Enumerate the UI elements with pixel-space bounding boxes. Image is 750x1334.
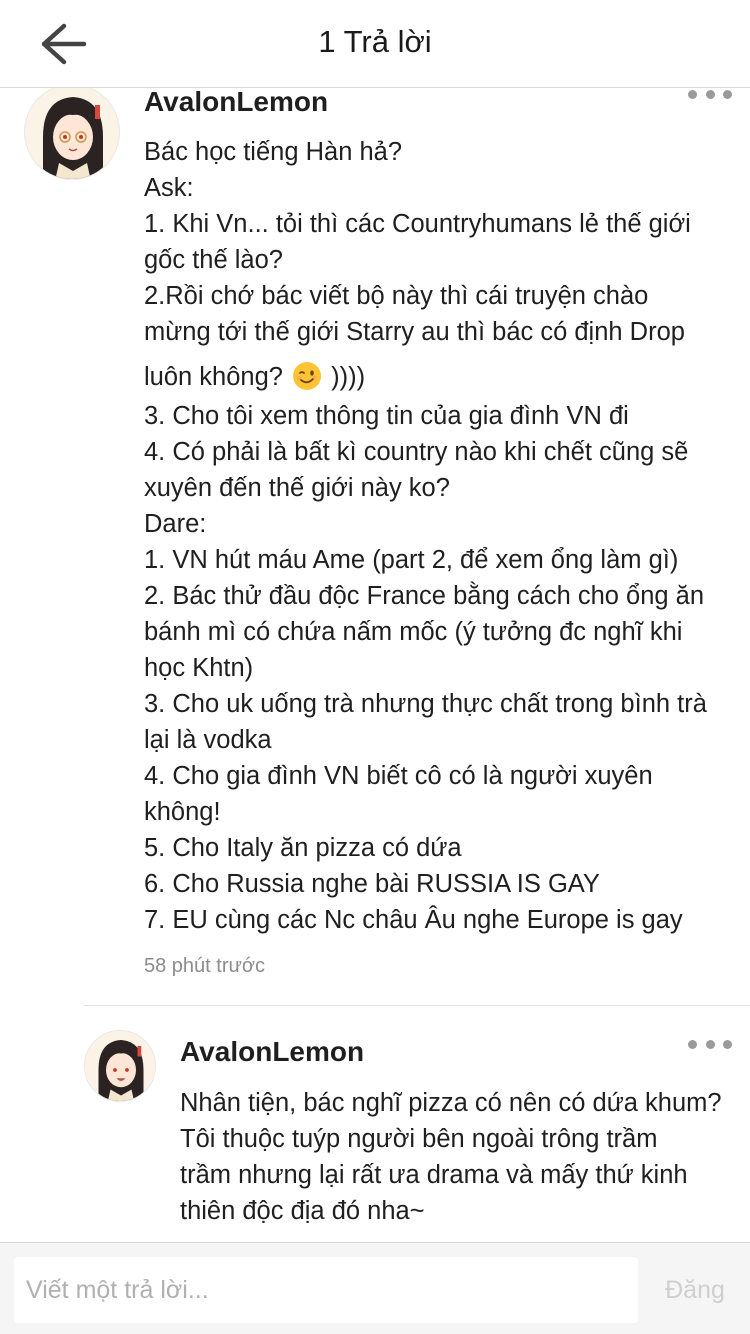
- reply-author[interactable]: AvalonLemon: [180, 1036, 364, 1068]
- back-button[interactable]: [30, 20, 94, 68]
- text-line: 1. Khi Vn... tỏi thì các Countryhumans l…: [144, 210, 691, 238]
- text-line: 6. Cho Russia nghe bài RUSSIA IS GAY: [144, 870, 600, 898]
- reply-input[interactable]: [14, 1257, 638, 1323]
- comment-author[interactable]: AvalonLemon: [144, 86, 328, 118]
- reply-bar: Đăng: [0, 1242, 750, 1334]
- anime-girl-avatar-icon: [25, 85, 119, 179]
- text-line: Dare:: [144, 510, 207, 538]
- comment-avatar[interactable]: [24, 84, 120, 180]
- reply-more-button[interactable]: [688, 1032, 732, 1056]
- text-line: Ask:: [144, 174, 194, 202]
- text-line: Tôi thuộc tuýp người bên ngoài trông trầ…: [180, 1125, 658, 1153]
- text-line: 3. Cho tôi xem thông tin của gia đình VN…: [144, 402, 629, 430]
- text-line: 3. Cho uk uống trà nhưng thực chất trong…: [144, 690, 707, 718]
- text-line: Bác học tiếng Hàn hả?: [144, 138, 403, 166]
- text-line: xuyên đến thế giới này ko?: [144, 474, 450, 502]
- text-line: 5. Cho Italy ăn pizza có dứa: [144, 834, 462, 862]
- post-button[interactable]: Đăng: [648, 1257, 742, 1323]
- reply-avatar[interactable]: [84, 1030, 156, 1102]
- text-line: thiên độc địa đó nha~: [180, 1197, 425, 1225]
- text-line: không!: [144, 798, 221, 826]
- comment-emoji-line: luôn không? )))): [144, 362, 366, 391]
- text-line: mừng tới thế giới Starry au thì bác có đ…: [144, 318, 685, 346]
- text-line: 7. EU cùng các Nc châu Âu nghe Europe is…: [144, 906, 683, 934]
- anime-girl-avatar-icon: [85, 1031, 155, 1101]
- reply-body: Nhân tiện, bác nghĩ pizza có nên có dứa …: [180, 1085, 722, 1229]
- comment-timestamp: 58 phút trước: [144, 955, 266, 977]
- text-line: 4. Có phải là bất kì country nào khi chế…: [144, 438, 689, 466]
- text-line: 2. Bác thử đầu độc France bằng cách cho …: [144, 582, 705, 610]
- text-line: học Khtn): [144, 654, 254, 682]
- more-dots-icon: [688, 89, 697, 99]
- arrow-left-icon: [41, 23, 87, 65]
- text-line: lại là vodka: [144, 726, 272, 754]
- reply-divider: [84, 1005, 750, 1006]
- page-title: 1 Trả lời: [318, 24, 432, 59]
- text-line: bánh mì có chứa nấm mốc (ý tưởng đc nghĩ…: [144, 618, 683, 646]
- text-line: trầm nhưng lại rất ưa drama và mấy thứ k…: [180, 1161, 688, 1189]
- text-line: 1. VN hút máu Ame (part 2, để xem ổng là…: [144, 546, 679, 574]
- more-dots-icon: [688, 1039, 697, 1049]
- text-line: gốc thế lào?: [144, 246, 283, 274]
- top-bar: 1 Trả lời: [0, 0, 750, 88]
- text-line: Nhân tiện, bác nghĩ pizza có nên có dứa …: [180, 1089, 722, 1117]
- winking-face-emoji-icon: [293, 362, 322, 390]
- comment-body: Bác học tiếng Hàn hả? Ask: 1. Khi Vn... tỏ…: [144, 134, 707, 938]
- text-line: 2.Rồi chớ bác viết bộ này thì cái truyện…: [144, 282, 649, 310]
- text-line: 4. Cho gia đình VN biết cô có là người x…: [144, 762, 653, 790]
